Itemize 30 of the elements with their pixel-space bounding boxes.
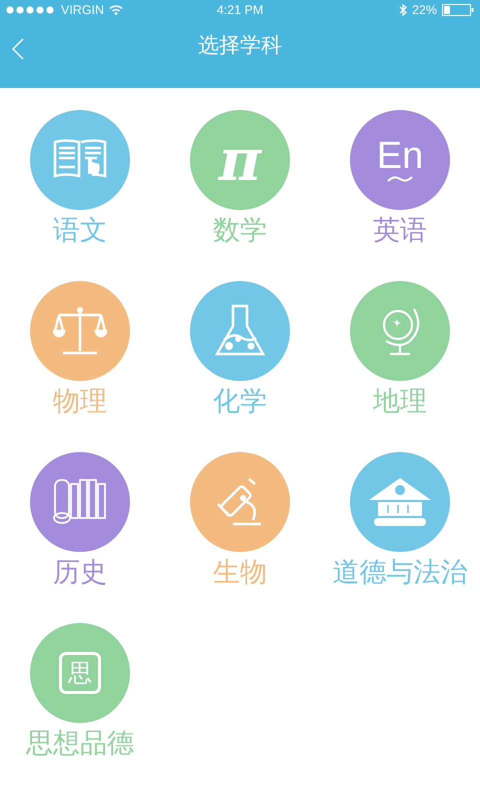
status-time: 4:21 PM (216, 3, 264, 17)
back-button[interactable] (12, 38, 24, 60)
subject-label: 化学 (213, 385, 267, 419)
page-title: 选择学科 (198, 32, 282, 59)
scrolls-icon (53, 478, 107, 526)
subject-label: 英语 (373, 214, 427, 248)
battery-icon (442, 4, 474, 16)
bluetooth-icon (398, 4, 407, 16)
subject-label: 道德与法治 (332, 556, 468, 590)
subject-label: 物理 (53, 385, 107, 419)
subject-label: 地理 (373, 385, 427, 419)
subject-label: 生物 (213, 556, 267, 590)
letters-label: En (376, 137, 424, 175)
pi-symbol: π (218, 131, 262, 189)
subject-label: 语文 (53, 214, 107, 248)
wifi-icon (109, 5, 124, 15)
signal-icon (6, 6, 56, 14)
subject-label: 历史 (53, 556, 107, 590)
building-icon (368, 476, 432, 528)
subject-button[interactable]: π (190, 110, 290, 210)
battery-percent: 22% (412, 3, 437, 17)
subject-button[interactable]: 思 (30, 623, 130, 723)
carrier-name: VIRGIN (61, 3, 104, 17)
subject-button[interactable]: En (350, 110, 450, 210)
flask-icon (214, 304, 266, 358)
tilde-icon (386, 175, 414, 183)
subject-label: 思想品德 (26, 727, 134, 761)
subject-label: 数学 (213, 214, 267, 248)
scale-icon (53, 305, 107, 357)
character-badge: 思 (59, 652, 101, 694)
